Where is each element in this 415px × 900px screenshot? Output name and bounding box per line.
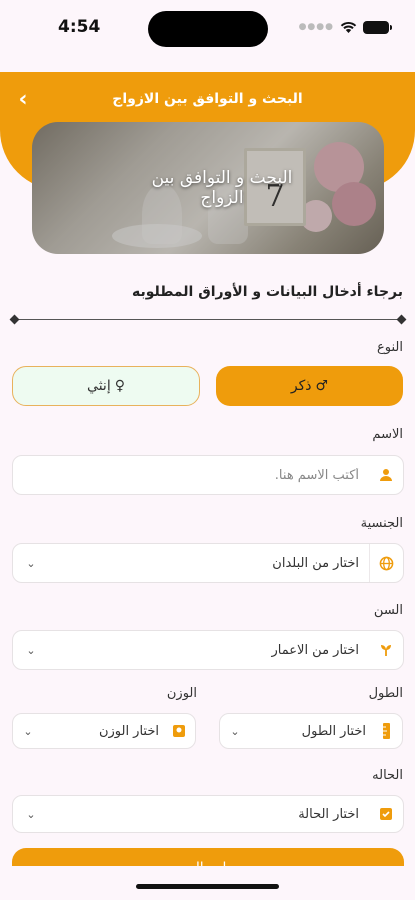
female-symbol-icon: ♀ (114, 378, 125, 394)
home-indicator (136, 884, 279, 889)
instructions-text: برجاء أدخال البيانات و الأوراق المطلوبه (132, 284, 403, 300)
name-field (12, 455, 404, 495)
age-select[interactable]: اختار من الاعمار ⌄ (12, 630, 404, 670)
scale-icon (163, 724, 195, 738)
height-select[interactable]: اختار الطول ⌄ (219, 713, 403, 749)
weight-label: الوزن (166, 686, 197, 701)
page-title: البحث و التوافق بين الازواج (112, 91, 303, 107)
gender-label: النوع (377, 340, 403, 355)
chevron-down-icon: ⌄ (26, 556, 36, 570)
gender-male-label: ذكر (290, 378, 312, 394)
nationality-label: الجنسية (360, 516, 403, 531)
back-button[interactable]: ‹ (10, 86, 36, 112)
nationality-value: اختار من البلدان (272, 555, 359, 571)
gender-female-label: إنثي (87, 378, 111, 394)
weight-value: اختار الوزن (98, 723, 159, 739)
height-value: اختار الطول (301, 723, 366, 739)
status-icon (369, 796, 403, 832)
name-input[interactable] (13, 467, 369, 483)
header-bar: ‹ البحث و التوافق بين الازواج (0, 72, 415, 126)
gender-male-button[interactable]: ♂ ذكر (216, 366, 403, 406)
age-value: اختار من الاعمار (271, 642, 359, 658)
dynamic-island (148, 11, 268, 47)
age-label: السن (373, 603, 403, 618)
banner-text: البحث و التوافق بين الزواج (151, 168, 293, 208)
chevron-down-icon: ⌄ (26, 643, 36, 657)
banner-image: 7 البحث و التوافق بين الزواج (32, 122, 384, 254)
weight-select[interactable]: اختار الوزن ⌄ (12, 713, 196, 749)
wifi-icon (340, 21, 357, 33)
chevron-down-icon: ⌄ (230, 724, 240, 738)
chevron-down-icon: ⌄ (23, 724, 33, 738)
status-time: 4:54 (58, 17, 101, 37)
name-label: الاسم (372, 427, 403, 442)
male-symbol-icon: ♂ (315, 378, 329, 394)
chevron-left-icon: ‹ (18, 86, 28, 112)
status-icons: ●●●● (298, 20, 392, 34)
height-label: الطول (368, 686, 403, 701)
signal-icon: ●●●● (298, 22, 334, 32)
section-divider (14, 319, 402, 320)
sprout-icon (369, 631, 403, 669)
gender-female-button[interactable]: ♀ إنثي (12, 366, 200, 406)
chevron-down-icon: ⌄ (26, 807, 36, 821)
globe-icon (369, 544, 403, 582)
status-select[interactable]: اختار الحالة ⌄ (12, 795, 404, 833)
nationality-select[interactable]: اختار من البلدان ⌄ (12, 543, 404, 583)
bottom-safe-area (0, 866, 415, 900)
status-label: الحاله (372, 768, 403, 783)
ruler-icon (370, 723, 402, 739)
user-icon (369, 456, 403, 494)
status-value: اختار الحالة (298, 806, 359, 822)
battery-icon (363, 20, 392, 34)
